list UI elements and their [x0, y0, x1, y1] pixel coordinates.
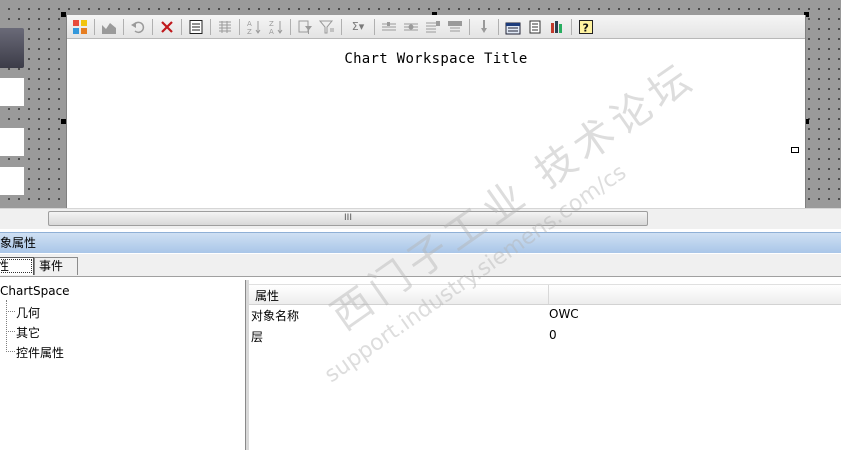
expand-icon[interactable] [402, 18, 420, 36]
horizontal-scrollbar[interactable]: III [0, 208, 841, 229]
toolbar-separator [374, 18, 375, 35]
toolbar-separator [94, 18, 95, 35]
tree-item-control-properties[interactable]: 控件属性 [16, 344, 64, 361]
toolbar-separator [341, 18, 342, 35]
svg-text:?: ? [583, 21, 589, 34]
show-top-bottom-icon[interactable] [424, 18, 442, 36]
tree-connector [6, 300, 7, 352]
chart-wizard-icon[interactable] [71, 18, 89, 36]
property-toolbox-icon[interactable] [187, 18, 205, 36]
properties-panel-title: 象属性 [0, 232, 841, 253]
tree-connector [6, 331, 15, 332]
tab-events[interactable]: 事件 [34, 257, 78, 275]
export-icon[interactable] [504, 18, 522, 36]
resize-handle[interactable] [791, 147, 799, 153]
tree-item-chartspace[interactable]: ChartSpace [0, 284, 70, 298]
toolbar-separator [469, 18, 470, 35]
scrollbar-thumb[interactable]: III [48, 211, 648, 226]
tree-connector [6, 351, 15, 352]
toolbar-separator [498, 18, 499, 35]
sort-descending-icon[interactable]: ZA [267, 18, 285, 36]
hide-details-icon[interactable] [446, 18, 464, 36]
drill-icon[interactable] [475, 18, 493, 36]
chart-type-icon[interactable] [100, 18, 118, 36]
toolbar-separator [152, 18, 153, 35]
svg-text:A: A [269, 28, 274, 35]
property-name: 层 [251, 330, 264, 344]
property-value[interactable]: 0 [549, 328, 557, 342]
property-name: 对象名称 [251, 309, 300, 323]
properties-tab-bar: 性 事件 [0, 254, 841, 277]
side-panel-dark-block [0, 28, 24, 68]
side-panel-block [0, 167, 24, 195]
object-tree: ChartSpace 几何 其它 控件属性 [0, 280, 246, 450]
autofilter-icon[interactable] [318, 18, 336, 36]
table-row[interactable]: 对象名称 OWC [249, 304, 841, 324]
toolbar-separator [181, 18, 182, 35]
property-grid-header: 属性 [249, 284, 841, 305]
side-panel-block [0, 78, 24, 106]
show-field-list-icon[interactable] [216, 18, 234, 36]
svg-text:Z: Z [269, 20, 274, 28]
table-row[interactable]: 层 0 [249, 325, 841, 345]
owc-chart-control[interactable]: AZ ZA Σ▾ ? Chart Workspace Title [66, 15, 806, 208]
toolbar-separator [290, 18, 291, 35]
tree-item-geometry[interactable]: 几何 [16, 304, 40, 321]
filter-by-selection-icon[interactable] [296, 18, 314, 36]
tab-properties[interactable]: 性 [0, 257, 34, 275]
chart-toolbar: AZ ZA Σ▾ ? [67, 15, 805, 39]
delete-icon[interactable] [158, 18, 176, 36]
column-header-property[interactable]: 属性 [255, 287, 279, 304]
collapse-icon[interactable] [380, 18, 398, 36]
toolbar-separator [123, 18, 124, 35]
svg-text:Z: Z [247, 28, 252, 35]
toolbar-separator [210, 18, 211, 35]
undo-icon[interactable] [129, 18, 147, 36]
svg-text:A: A [247, 20, 252, 28]
chart-title[interactable]: Chart Workspace Title [67, 51, 805, 67]
tree-item-other[interactable]: 其它 [16, 324, 40, 341]
property-value[interactable]: OWC [549, 307, 579, 321]
property-grid: 属性 对象名称 OWC 层 0 [249, 280, 841, 450]
chart-data-icon[interactable] [548, 18, 566, 36]
autocalc-icon[interactable]: Σ▾ [347, 18, 369, 36]
toolbar-separator [239, 18, 240, 35]
help-icon[interactable]: ? [577, 18, 595, 36]
column-divider[interactable] [548, 285, 549, 304]
side-panel-block [0, 128, 24, 156]
toolbar-separator [571, 18, 572, 35]
sort-ascending-icon[interactable]: AZ [245, 18, 263, 36]
tree-connector [6, 311, 15, 312]
design-canvas[interactable]: AZ ZA Σ▾ ? Chart Workspace Title [0, 0, 841, 208]
commands-options-icon[interactable] [526, 18, 544, 36]
